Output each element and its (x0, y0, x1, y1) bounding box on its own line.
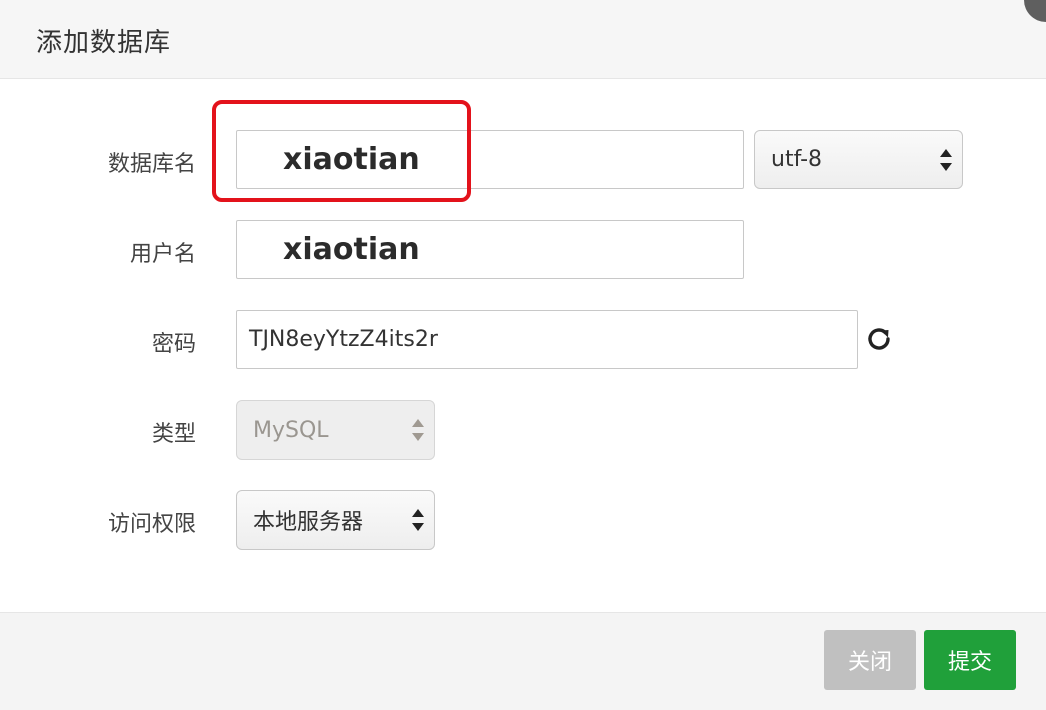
password-label: 密码 (151, 332, 196, 357)
type-label: 类型 (151, 422, 196, 447)
type-select: MySQL (236, 400, 435, 460)
select-arrows-icon (940, 148, 952, 171)
highlight-box (212, 100, 471, 202)
dialog-title: 添加数据库 (36, 28, 172, 58)
password-input[interactable]: TJN8eyYtzZ4its2r (236, 310, 858, 369)
charset-select[interactable]: utf-8 (754, 130, 963, 189)
dialog-header: 添加数据库 (0, 0, 1046, 79)
submit-button[interactable]: 提交 (924, 630, 1016, 690)
access-select[interactable]: 本地服务器 (236, 490, 435, 550)
close-button[interactable]: 关闭 (824, 630, 916, 690)
select-arrows-icon (412, 509, 424, 531)
username-input[interactable]: xiaotian (236, 220, 744, 279)
select-arrows-icon (412, 419, 424, 441)
charset-select-value: utf-8 (771, 147, 823, 172)
type-select-value: MySQL (253, 417, 329, 443)
access-label: 访问权限 (107, 512, 196, 537)
db-name-label: 数据库名 (107, 152, 196, 177)
access-select-value: 本地服务器 (253, 510, 364, 535)
username-label: 用户名 (129, 242, 196, 267)
add-database-dialog: 添加数据库 数据库名 xiaotian utf-8 用户名 xiaotian 密… (0, 0, 1046, 710)
refresh-icon[interactable] (864, 324, 894, 354)
